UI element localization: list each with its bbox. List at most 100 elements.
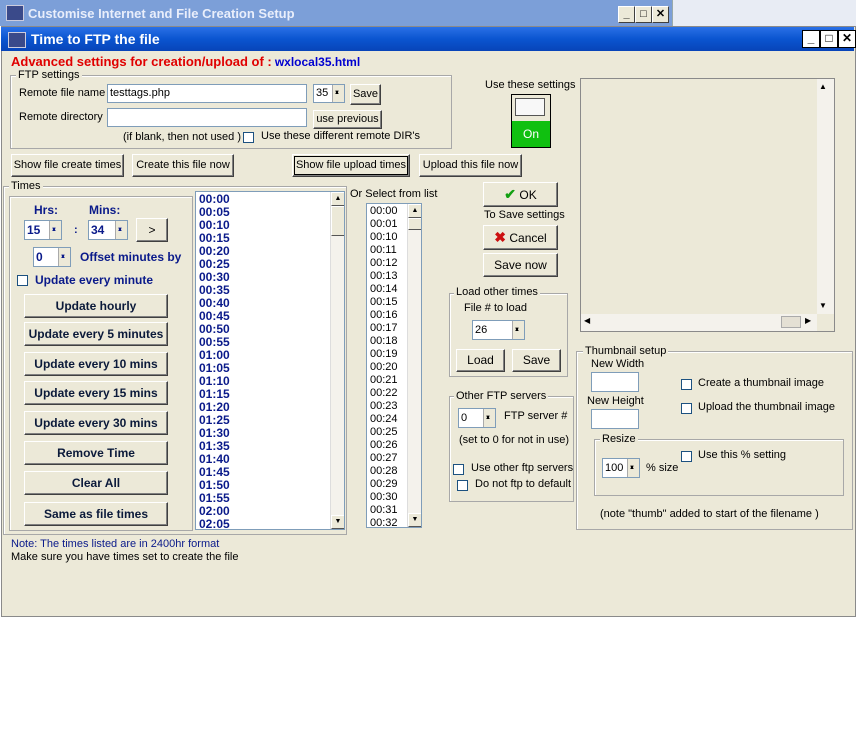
show-create-times-button[interactable]: Show file create times <box>11 154 124 177</box>
select-list-item[interactable]: 00:17 <box>367 322 407 335</box>
hours-stepper[interactable]: 15 <box>24 220 62 240</box>
close-button[interactable]: ✕ <box>838 30 856 48</box>
select-list-item[interactable]: 00:18 <box>367 335 407 348</box>
create-note: Make sure you have times set to create t… <box>11 551 239 563</box>
minutes-spin-icon[interactable] <box>115 221 127 239</box>
create-thumbnail-checkbox[interactable] <box>681 379 692 390</box>
upload-now-button[interactable]: Upload this file now <box>419 154 522 177</box>
cancel-button[interactable]: ✖ Cancel <box>483 225 558 250</box>
file-to-load-stepper[interactable]: 26 <box>472 320 525 340</box>
file-number-stepper[interactable]: 35 <box>313 84 345 103</box>
file-load-spin-icon[interactable] <box>512 321 524 339</box>
select-time-list[interactable]: 00:00 00:01 00:10 00:11 00:12 00:13 00:14 00:15… <box>366 203 422 528</box>
scroll-up-icon[interactable]: ▲ <box>819 82 827 91</box>
select-list-item[interactable]: 00:27 <box>367 452 407 465</box>
new-width-input[interactable] <box>591 372 639 392</box>
remote-file-input[interactable]: testtags.php <box>107 84 307 103</box>
select-list-item[interactable]: 00:13 <box>367 270 407 283</box>
select-list-item[interactable]: 00:21 <box>367 374 407 387</box>
every-minute-checkbox[interactable] <box>17 275 28 286</box>
hscroll-thumb[interactable] <box>781 316 801 328</box>
select-list-item[interactable]: 00:31 <box>367 504 407 517</box>
times-list[interactable]: 00:00 00:05 00:10 00:15 00:20 00:25 00:30 00:35… <box>195 191 345 530</box>
select-list-item[interactable]: 00:23 <box>367 400 407 413</box>
select-list-item[interactable]: 00:26 <box>367 439 407 452</box>
different-dirs-checkbox[interactable] <box>243 132 254 143</box>
select-list-item[interactable]: 00:00 <box>367 205 407 218</box>
resize-spin-icon[interactable] <box>627 459 639 477</box>
select-list-item[interactable]: 00:30 <box>367 491 407 504</box>
select-list-item[interactable]: 00:16 <box>367 309 407 322</box>
update-30-mins-button[interactable]: Update every 30 mins <box>24 411 168 435</box>
show-upload-times-button[interactable]: Show file upload times <box>292 154 410 177</box>
minimize-icon[interactable]: _ <box>618 6 635 23</box>
select-scroll-thumb[interactable] <box>408 218 421 230</box>
scroll-down-icon[interactable]: ▼ <box>819 301 827 310</box>
remote-directory-label: Remote directory <box>19 111 103 123</box>
update-hourly-button[interactable]: Update hourly <box>24 294 168 318</box>
select-scroll-up-icon[interactable]: ▲ <box>408 204 421 218</box>
resize-percent-stepper[interactable]: 100 <box>602 458 640 478</box>
no-default-ftp-checkbox[interactable] <box>457 480 468 491</box>
select-list-scrollbar[interactable]: ▲ ▼ <box>407 204 421 527</box>
load-button[interactable]: Load <box>456 349 505 372</box>
times-scroll-up-icon[interactable]: ▲ <box>331 192 344 206</box>
same-as-file-times-button[interactable]: Same as file times <box>24 502 168 526</box>
remove-time-button[interactable]: Remove Time <box>24 441 168 465</box>
preview-hscroll[interactable]: ◀ ▶ <box>581 314 817 331</box>
use-settings-toggle[interactable]: On <box>511 94 551 148</box>
spin-arrows-icon[interactable] <box>332 85 344 102</box>
time-list-item[interactable]: 02:05 <box>196 518 330 530</box>
select-list-item[interactable]: 00:12 <box>367 257 407 270</box>
scroll-right-icon[interactable]: ▶ <box>805 316 811 325</box>
different-dirs-label: Use these different remote DIR's <box>261 130 421 142</box>
select-list-item[interactable]: 00:15 <box>367 296 407 309</box>
clear-all-button[interactable]: Clear All <box>24 471 168 495</box>
select-list-item[interactable]: 00:20 <box>367 361 407 374</box>
save-remote-button[interactable]: Save <box>350 84 381 105</box>
ok-button[interactable]: ✔ OK <box>483 182 558 207</box>
hours-spin-icon[interactable] <box>49 221 61 239</box>
select-list-item[interactable]: 00:11 <box>367 244 407 257</box>
times-scroll-thumb[interactable] <box>331 206 344 236</box>
update-5-minutes-button[interactable]: Update every 5 minutes <box>24 322 168 346</box>
select-list-item[interactable]: 00:14 <box>367 283 407 296</box>
minimize-button[interactable]: _ <box>802 30 820 48</box>
times-list-scrollbar[interactable]: ▲ ▼ <box>330 192 344 529</box>
use-other-ftp-checkbox[interactable] <box>453 464 464 475</box>
close-icon[interactable]: ✕ <box>652 6 669 23</box>
select-list-item[interactable]: 00:24 <box>367 413 407 426</box>
use-previous-button[interactable]: use previous <box>313 110 382 129</box>
update-10-mins-button[interactable]: Update every 10 mins <box>24 352 168 376</box>
preview-vscroll[interactable]: ▲ ▼ <box>817 79 834 314</box>
select-list-item[interactable]: 00:10 <box>367 231 407 244</box>
ftp-server-spin-icon[interactable] <box>483 409 495 427</box>
select-list-item[interactable]: 00:28 <box>367 465 407 478</box>
load-save-button[interactable]: Save <box>512 349 561 372</box>
remote-directory-input[interactable] <box>107 108 307 127</box>
maximize-icon[interactable]: □ <box>635 6 652 23</box>
times-scroll-down-icon[interactable]: ▼ <box>331 515 344 529</box>
offset-spin-icon[interactable] <box>58 248 70 266</box>
add-time-button[interactable]: > <box>136 218 168 242</box>
offset-stepper[interactable]: 0 <box>33 247 71 267</box>
maximize-button[interactable]: □ <box>820 30 838 48</box>
minutes-value: 34 <box>91 223 105 237</box>
ftp-server-stepper[interactable]: 0 <box>458 408 496 428</box>
create-now-button[interactable]: Create this file now <box>132 154 234 177</box>
select-list-item[interactable]: 00:19 <box>367 348 407 361</box>
ftp-settings-legend: FTP settings <box>16 69 82 81</box>
new-height-input[interactable] <box>591 409 639 429</box>
select-list-item[interactable]: 00:22 <box>367 387 407 400</box>
use-percent-checkbox[interactable] <box>681 451 692 462</box>
select-list-item[interactable]: 00:29 <box>367 478 407 491</box>
save-now-button[interactable]: Save now <box>483 253 558 277</box>
select-scroll-down-icon[interactable]: ▼ <box>408 513 421 527</box>
select-list-item[interactable]: 00:25 <box>367 426 407 439</box>
upload-thumbnail-checkbox[interactable] <box>681 403 692 414</box>
update-15-mins-button[interactable]: Update every 15 mins <box>24 381 168 405</box>
select-list-item[interactable]: 00:32 <box>367 517 407 527</box>
minutes-stepper[interactable]: 34 <box>88 220 128 240</box>
scroll-left-icon[interactable]: ◀ <box>584 316 590 325</box>
select-list-item[interactable]: 00:01 <box>367 218 407 231</box>
